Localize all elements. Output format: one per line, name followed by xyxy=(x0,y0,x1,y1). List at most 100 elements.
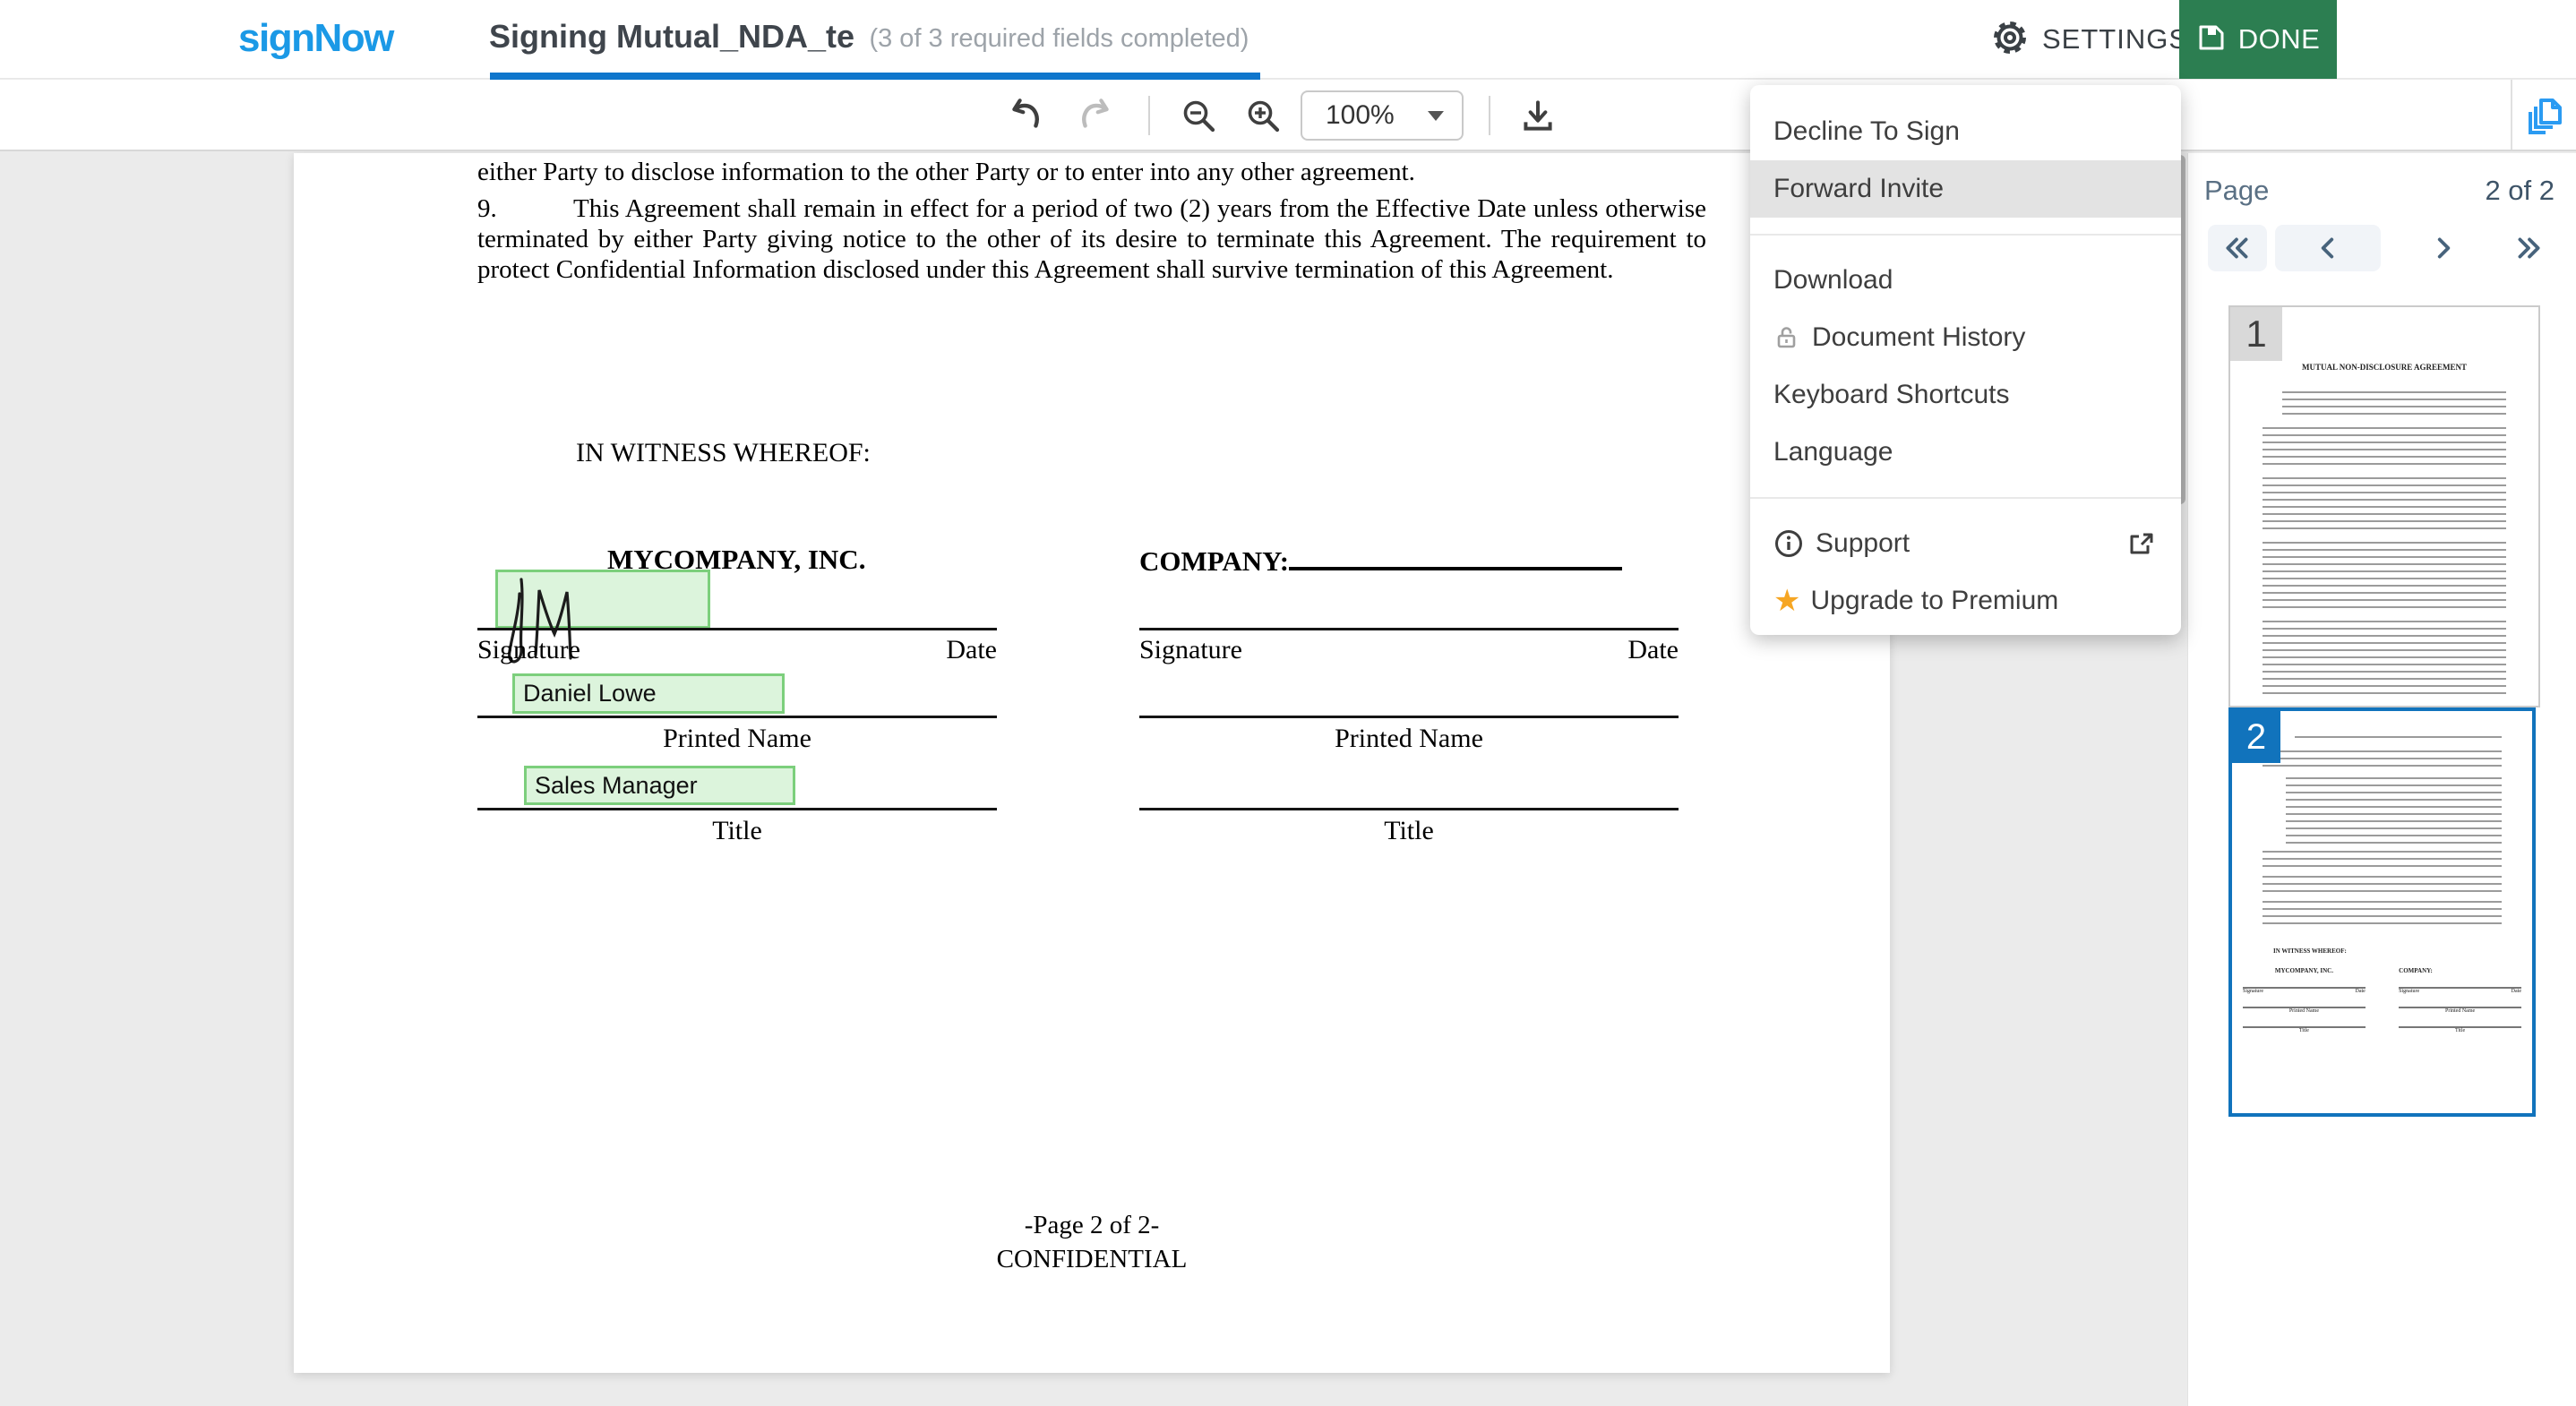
lock-icon xyxy=(1773,324,1800,351)
thumbnail-printed-name-label: Printed Name xyxy=(2243,1008,2366,1014)
menu-item-document-history[interactable]: Document History xyxy=(1750,309,2181,366)
settings-button[interactable]: SETTINGS xyxy=(1990,0,2188,79)
thumbnail-2-content: IN WITNESS WHEREOF: MYCOMPANY, INC. Sign… xyxy=(2232,736,2532,1117)
chevrons-right-icon xyxy=(2513,233,2544,263)
menu-item-label: Download xyxy=(1773,265,1893,296)
toolbar-divider xyxy=(1148,96,1150,135)
toolbar-divider xyxy=(1489,96,1490,135)
zoom-out-button[interactable] xyxy=(1179,96,1220,137)
undo-button[interactable] xyxy=(1007,96,1048,137)
next-page-button[interactable] xyxy=(2417,225,2470,271)
zoom-level-dropdown[interactable]: 100% xyxy=(1301,90,1464,141)
chevron-down-icon xyxy=(1428,111,1444,121)
paragraph-8-tail: either Party to disclose information to … xyxy=(477,157,1706,187)
thumbnail-left-column: MYCOMPANY, INC. Signature Date Printed N… xyxy=(2243,967,2366,1033)
first-page-button[interactable] xyxy=(2208,225,2267,271)
thumbnail-1-content: MUTUAL NON-DISCLOSURE AGREEMENT CONFIDEN… xyxy=(2230,363,2538,707)
thumbnail-printed-name-label: Printed Name xyxy=(2399,1008,2521,1014)
menu-divider xyxy=(1750,497,2181,499)
document-title: Signing Mutual_NDA_te xyxy=(489,18,854,56)
menu-item-download[interactable]: Download xyxy=(1750,252,2181,309)
page-indicator: 2 of 2 xyxy=(2485,175,2555,207)
thumbnail-text-lines xyxy=(2286,777,2502,844)
right-company-label: COMPANY: xyxy=(1139,544,1622,578)
thumbnail-date-label: Date xyxy=(2512,989,2521,994)
done-label: DONE xyxy=(2238,23,2321,56)
title-line-left xyxy=(477,808,997,810)
done-button[interactable]: DONE xyxy=(2179,0,2337,79)
menu-item-label: Upgrade to Premium xyxy=(1810,586,2058,616)
page-number-badge: 1 xyxy=(2230,307,2282,361)
pages-sidebar: Page 2 of 2 1 xyxy=(2187,153,2576,1406)
completion-progress-bar xyxy=(490,73,1260,80)
thumbnail-text-lines xyxy=(2282,391,2506,418)
chevron-right-icon xyxy=(2428,233,2459,263)
menu-divider xyxy=(1750,234,2181,236)
menu-item-language[interactable]: Language xyxy=(1750,424,2181,481)
info-icon xyxy=(1773,528,1804,559)
paragraph-9-text: This Agreement shall remain in effect fo… xyxy=(477,194,1706,284)
signature-field[interactable] xyxy=(495,570,710,629)
menu-item-upgrade-to-premium[interactable]: ★ Upgrade to Premium xyxy=(1750,572,2181,630)
company-name-blank-line xyxy=(1289,544,1622,570)
printed-name-field[interactable]: Daniel Lowe xyxy=(512,673,785,714)
title-label-right: Title xyxy=(1139,816,1679,846)
menu-item-label: Document History xyxy=(1812,322,2025,353)
signature-date-labels-left: Signature Date xyxy=(477,635,997,665)
settings-dropdown-menu: Decline To Sign Forward Invite Download … xyxy=(1750,85,2181,635)
page-footer: -Page 2 of 2- CONFIDENTIAL xyxy=(294,1208,1890,1276)
menu-item-label: Support xyxy=(1816,528,1910,559)
thumbnail-text-lines xyxy=(2263,477,2506,533)
thumbnail-right-column: COMPANY: Signature Date Printed Name Tit… xyxy=(2399,967,2521,1033)
thumbnail-text-lines xyxy=(2263,876,2502,894)
save-icon xyxy=(2196,22,2227,57)
thumbnail-text-lines xyxy=(2263,542,2506,612)
previous-page-button[interactable] xyxy=(2275,225,2381,271)
chevrons-left-icon xyxy=(2222,233,2253,263)
thumbnail-doc-title: MUTUAL NON-DISCLOSURE AGREEMENT xyxy=(2257,363,2512,372)
thumbnail-company-left: MYCOMPANY, INC. xyxy=(2243,967,2366,974)
title-field[interactable]: Sales Manager xyxy=(524,766,795,805)
menu-item-keyboard-shortcuts[interactable]: Keyboard Shortcuts xyxy=(1750,366,2181,424)
signature-label: Signature xyxy=(1139,635,1242,665)
thumbnail-signature-block: MYCOMPANY, INC. Signature Date Printed N… xyxy=(2232,967,2532,1033)
thumbnail-labels: Signature Date xyxy=(2399,989,2521,994)
date-label: Date xyxy=(1627,635,1679,665)
document-page: either Party to disclose information to … xyxy=(294,153,1890,1373)
thumbnail-witness-heading: IN WITNESS WHEREOF: xyxy=(2273,947,2532,955)
star-icon: ★ xyxy=(1773,586,1800,616)
pages-panel-icon[interactable] xyxy=(2526,96,2567,137)
thumbnail-text-lines xyxy=(2263,427,2506,468)
last-page-button[interactable] xyxy=(2502,225,2555,271)
zoom-in-button[interactable] xyxy=(1243,96,1284,137)
thumbnail-title-label: Title xyxy=(2399,1028,2521,1033)
settings-label: SETTINGS xyxy=(2042,23,2188,56)
pages-header: Page 2 of 2 xyxy=(2204,175,2555,207)
thumbnail-signature-label: Signature xyxy=(2399,989,2419,994)
thumbnail-text-lines xyxy=(2263,621,2506,698)
footer-page-number: -Page 2 of 2- xyxy=(294,1208,1890,1242)
zoom-level-value: 100% xyxy=(1326,100,1395,131)
toolbar-divider xyxy=(2511,80,2512,150)
printed-name-label-right: Printed Name xyxy=(1139,724,1679,754)
download-button[interactable] xyxy=(1517,96,1558,137)
menu-item-label: Language xyxy=(1773,437,1893,467)
menu-item-support[interactable]: Support xyxy=(1750,515,2181,572)
redo-button[interactable] xyxy=(1073,96,1114,137)
page-thumbnail-1[interactable]: 1 MUTUAL NON-DISCLOSURE AGREEMENT CONFID… xyxy=(2228,305,2540,707)
thumbnail-labels: Signature Date xyxy=(2243,989,2366,994)
thumbnail-text-lines xyxy=(2295,736,2502,742)
printed-name-label-left: Printed Name xyxy=(477,724,997,754)
thumbnail-company-right: COMPANY: xyxy=(2399,967,2521,974)
witness-heading: IN WITNESS WHEREOF: xyxy=(576,438,871,468)
page-thumbnail-2-selected[interactable]: 2 IN WITNESS WHEREOF: MYCOMPANY, INC. Si… xyxy=(2228,707,2536,1117)
right-company-text: COMPANY: xyxy=(1139,545,1289,577)
thumbnail-date-label: Date xyxy=(2356,989,2366,994)
title-line-right xyxy=(1139,808,1679,810)
printed-name-line-right xyxy=(1139,716,1679,718)
menu-item-forward-invite[interactable]: Forward Invite xyxy=(1750,160,2181,218)
thumbnail-text-lines xyxy=(2263,901,2502,928)
signature-label: Signature xyxy=(477,635,580,665)
menu-item-decline-to-sign[interactable]: Decline To Sign xyxy=(1750,103,2181,160)
signnow-logo: signNow xyxy=(238,16,393,61)
